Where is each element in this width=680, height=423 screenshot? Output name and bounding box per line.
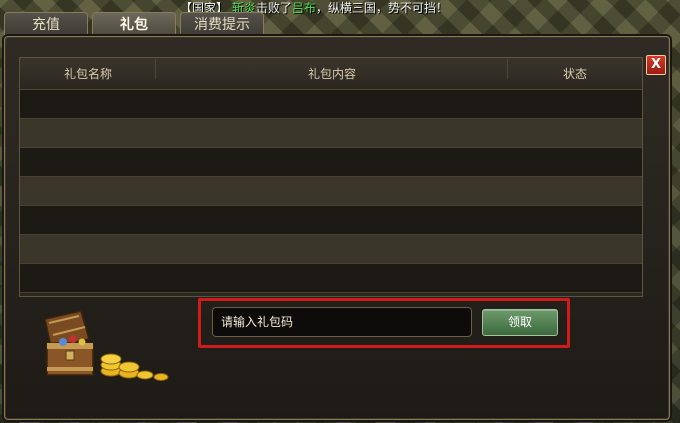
column-header-content: 礼包内容	[156, 59, 508, 82]
table-row	[20, 264, 642, 293]
table-header: 礼包名称 礼包内容 状态	[20, 58, 642, 90]
table-row	[20, 206, 642, 235]
gift-pack-window: X 礼包名称 礼包内容 状态	[4, 36, 670, 420]
tab-recharge[interactable]: 充值	[4, 12, 88, 38]
gift-code-input[interactable]	[212, 307, 472, 337]
broadcast-target: 吕布	[291, 1, 316, 15]
table-row	[20, 177, 642, 206]
table-row	[20, 119, 642, 148]
table-row	[20, 148, 642, 177]
tab-spending-tips[interactable]: 消费提示	[180, 12, 264, 38]
claim-button[interactable]: 领取	[482, 309, 558, 336]
broadcast-suffix: ，纵横三国，势不可挡！	[315, 1, 448, 15]
close-icon: X	[650, 57, 662, 72]
column-header-name: 礼包名称	[20, 59, 156, 82]
tab-bar: 充值 礼包 消费提示	[4, 12, 268, 38]
treasure-chest-icon	[44, 310, 169, 381]
table-row	[20, 90, 642, 119]
column-header-status: 状态	[562, 67, 587, 81]
table-row	[20, 235, 642, 264]
tab-gift-pack[interactable]: 礼包	[92, 12, 176, 38]
gift-table: 礼包名称 礼包内容 状态	[19, 57, 643, 297]
close-button[interactable]: X	[646, 55, 666, 75]
